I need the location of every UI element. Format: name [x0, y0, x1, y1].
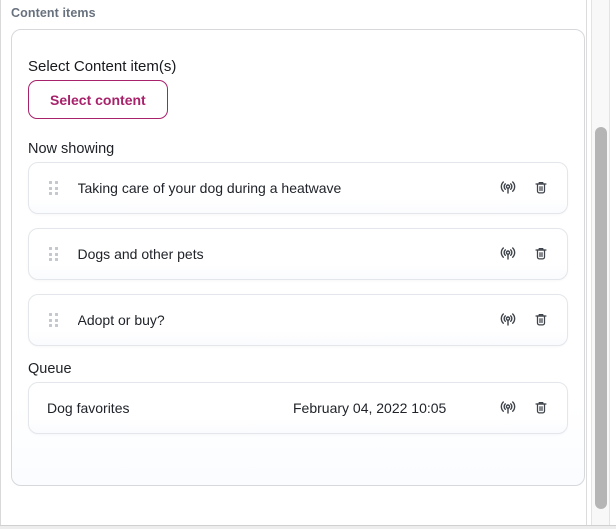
broadcast-icon[interactable]	[498, 178, 518, 198]
now-showing-list: Taking care of your dog during a heatwav…	[28, 162, 568, 346]
broadcast-icon[interactable]	[498, 244, 518, 264]
drag-handle-icon[interactable]	[47, 244, 60, 264]
queue-list: Dog favorites February 04, 2022 10:05	[28, 382, 568, 434]
vertical-scrollbar-track[interactable]	[591, 0, 610, 529]
trash-icon[interactable]	[531, 178, 551, 198]
trash-icon[interactable]	[531, 398, 551, 418]
item-title: Dogs and other pets	[78, 246, 204, 262]
drag-handle-icon[interactable]	[47, 178, 60, 198]
item-title: Dog favorites	[47, 400, 293, 416]
item-title: Taking care of your dog during a heatwav…	[78, 180, 342, 196]
now-showing-item: Adopt or buy?	[28, 294, 568, 346]
item-scheduled-date: February 04, 2022 10:05	[293, 400, 446, 416]
property-label: Content items	[11, 6, 96, 20]
now-showing-item: Taking care of your dog during a heatwav…	[28, 162, 568, 214]
content-items-panel: Select Content item(s) Select content No…	[11, 29, 585, 486]
now-showing-label: Now showing	[28, 141, 568, 157]
broadcast-icon[interactable]	[498, 310, 518, 330]
select-content-button[interactable]: Select content	[28, 80, 168, 119]
broadcast-icon[interactable]	[498, 398, 518, 418]
select-content-label: Select Content item(s)	[28, 58, 568, 75]
queue-label: Queue	[28, 361, 568, 377]
vertical-scrollbar-thumb[interactable]	[595, 127, 607, 509]
trash-icon[interactable]	[531, 244, 551, 264]
item-title: Adopt or buy?	[78, 312, 165, 328]
window-bottom-border	[0, 525, 616, 529]
content-right-border	[586, 0, 587, 529]
trash-icon[interactable]	[531, 310, 551, 330]
drag-handle-icon[interactable]	[47, 310, 60, 330]
now-showing-item: Dogs and other pets	[28, 228, 568, 280]
queue-item: Dog favorites February 04, 2022 10:05	[28, 382, 568, 434]
window-left-border	[0, 0, 1, 529]
